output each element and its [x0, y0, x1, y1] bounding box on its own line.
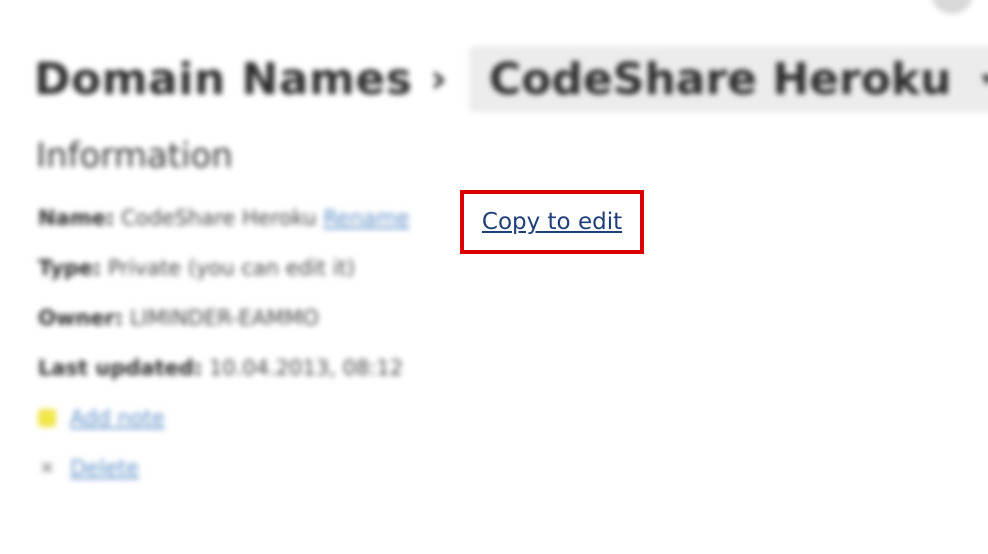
info-key: Last updated: — [38, 356, 203, 380]
page-title: Domain Names › CodeShare Heroku ▾ — [34, 46, 988, 112]
chevron-down-icon: ▾ — [981, 66, 988, 92]
rename-link[interactable]: Rename — [323, 206, 409, 230]
breadcrumb-separator: › — [430, 56, 447, 102]
info-value: LIMINDER-EAMMO — [129, 306, 319, 330]
info-key: Owner: — [38, 306, 124, 330]
domain-selector[interactable]: CodeShare Heroku ▾ — [468, 46, 988, 112]
blurred-background: Domain Names › CodeShare Heroku ▾ Inform… — [0, 0, 988, 554]
info-row-type: Type: Private (you can edit it) — [38, 256, 355, 280]
info-row-last-updated: Last updated: 10.04.2013, 08:12 — [38, 356, 403, 380]
info-key: Type: — [38, 256, 102, 280]
add-note-action[interactable]: Add note — [38, 406, 165, 430]
information-heading: Information — [36, 136, 233, 176]
highlight-box: Copy to edit — [460, 190, 644, 254]
info-value: 10.04.2013, 08:12 — [209, 356, 404, 380]
info-row-name: Name: CodeShare Heroku Rename — [38, 206, 409, 230]
x-icon: × — [39, 457, 55, 478]
copy-to-edit-link[interactable]: Copy to edit — [482, 209, 622, 235]
info-value: Private (you can edit it) — [107, 256, 355, 280]
info-key: Name: — [38, 206, 115, 230]
add-note-link[interactable]: Add note — [70, 406, 165, 430]
info-row-owner: Owner: LIMINDER-EAMMO — [38, 306, 319, 330]
info-value: CodeShare Heroku — [120, 206, 317, 230]
star-icon — [38, 409, 56, 427]
delete-action[interactable]: × Delete — [38, 456, 139, 480]
breadcrumb-parent[interactable]: Domain Names — [34, 54, 412, 105]
domain-selector-label: CodeShare Heroku — [488, 53, 952, 105]
delete-link[interactable]: Delete — [70, 456, 139, 480]
close-icon[interactable] — [932, 0, 972, 14]
